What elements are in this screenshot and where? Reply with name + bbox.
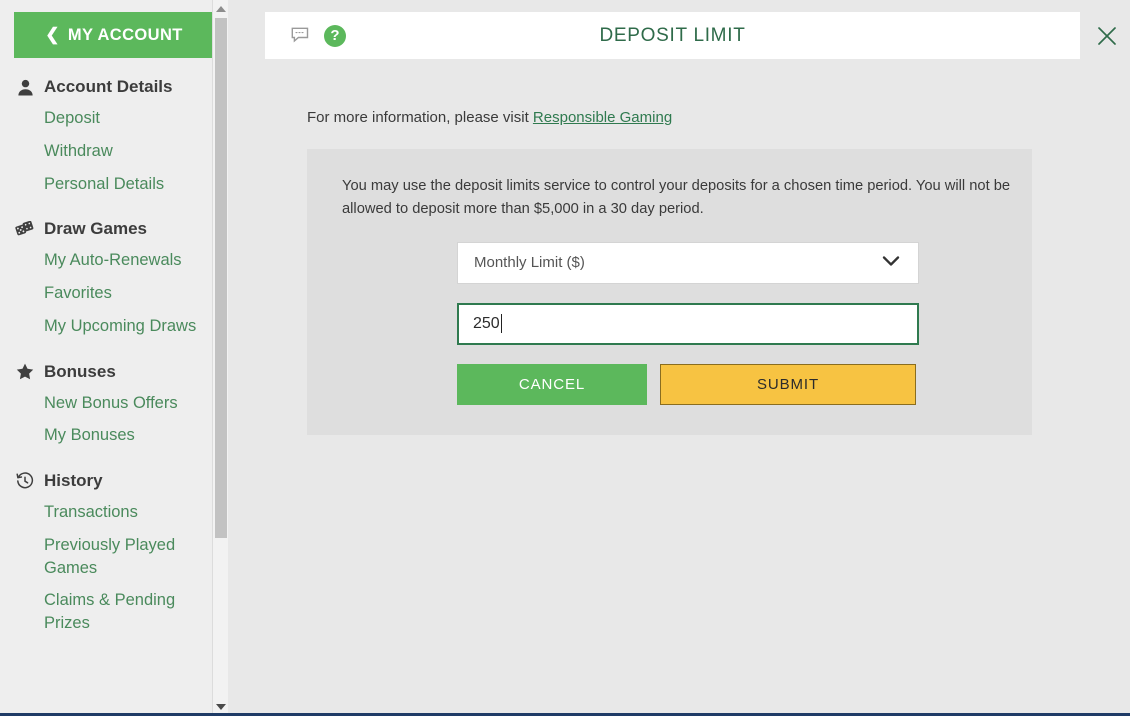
chat-bubble-icon[interactable] [291,27,311,45]
responsible-gaming-info: For more information, please visit Respo… [307,109,1130,126]
responsible-gaming-link[interactable]: Responsible Gaming [533,109,672,126]
sidebar-item-withdraw[interactable]: Withdraw [0,135,228,168]
period-select[interactable]: Monthly Limit ($) [457,241,919,284]
app-root: ❮ MY ACCOUNT Account Details Deposit Wit… [0,0,1130,716]
amount-input-value: 250 [473,314,500,332]
chevron-left-icon: ❮ [45,25,60,44]
cancel-button[interactable]: CANCEL [457,363,647,405]
sidebar-item-transactions[interactable]: Transactions [0,496,228,529]
modal-header-icons: ? [291,24,346,47]
sidebar-item-favorites[interactable]: Favorites [0,277,228,310]
my-account-button[interactable]: ❮ MY ACCOUNT [14,12,214,58]
sidebar-item-new-bonus-offers[interactable]: New Bonus Offers [0,387,228,420]
sidebar: ❮ MY ACCOUNT Account Details Deposit Wit… [0,0,228,716]
modal-body: For more information, please visit Respo… [265,59,1130,716]
sidebar-item-personal-details[interactable]: Personal Details [0,168,228,201]
sidebar-header-draw-games[interactable]: Draw Games [0,214,228,244]
sidebar-scrollbar-thumb[interactable] [215,18,227,538]
help-question-icon[interactable]: ? [324,24,346,47]
sidebar-header-label: History [44,471,103,491]
nav-group-bonuses: Bonuses New Bonus Offers My Bonuses [0,357,228,453]
sidebar-item-claims-pending-prizes[interactable]: Claims & Pending Prizes [0,584,228,640]
clock-history-icon [14,471,36,491]
close-icon[interactable] [1093,22,1121,50]
text-caret [500,314,502,334]
sidebar-header-label: Account Details [44,77,173,96]
period-select-value: Monthly Limit ($) [474,254,585,272]
sidebar-header-account-details[interactable]: Account Details [0,72,228,102]
scroll-up-arrow-icon[interactable] [213,0,228,18]
sidebar-header-label: Bonuses [44,361,116,381]
star-icon [14,362,36,382]
nav-group-account-details: Account Details Deposit Withdraw Persona… [0,72,228,200]
sidebar-item-previously-played-games[interactable]: Previously Played Games [0,529,228,585]
chevron-down-icon [882,254,900,272]
user-icon [14,77,36,97]
sidebar-item-deposit[interactable]: Deposit [0,102,228,135]
sidebar-item-my-upcoming-draws[interactable]: My Upcoming Draws [0,310,228,343]
amount-input[interactable]: 250 [457,302,919,345]
deposit-limit-description: You may use the deposit limits service t… [342,178,1011,217]
deposit-limit-panel: You may use the deposit limits service t… [307,149,1032,435]
nav-group-history: History Transactions Previously Played G… [0,466,228,640]
nav-group-draw-games: Draw Games My Auto-Renewals Favorites My… [0,214,228,342]
modal-header: ? DEPOSIT LIMIT [265,12,1080,59]
action-buttons: CANCEL SUBMIT [457,363,1014,405]
sidebar-header-label: Draw Games [44,219,147,239]
deposit-limit-modal: ? DEPOSIT LIMIT For more information, pl… [265,0,1130,716]
sidebar-item-my-auto-renewals[interactable]: My Auto-Renewals [0,244,228,277]
period-select-row: Monthly Limit ($) [325,241,1014,284]
sidebar-item-my-bonuses[interactable]: My Bonuses [0,419,228,452]
sidebar-scrollbar[interactable] [212,0,228,716]
my-account-label: MY ACCOUNT [67,25,183,44]
dice-icon [14,219,36,239]
submit-button[interactable]: SUBMIT [660,363,916,405]
info-prefix-text: For more information, please visit [307,109,533,126]
modal-title: DEPOSIT LIMIT [599,24,746,46]
sidebar-header-bonuses[interactable]: Bonuses [0,357,228,387]
sidebar-header-history[interactable]: History [0,466,228,496]
